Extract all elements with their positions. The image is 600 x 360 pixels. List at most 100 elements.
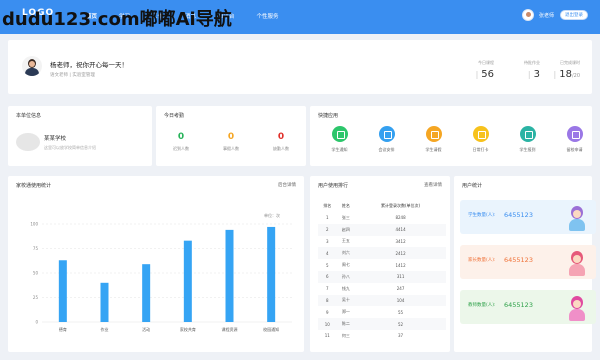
- attendance-count: 0: [227, 132, 235, 142]
- table-row[interactable]: 11 何三 37: [318, 330, 446, 342]
- ranking-detail-link[interactable]: 查看详情: [424, 182, 442, 188]
- attendance-count: 0: [277, 132, 285, 142]
- name-cell: 王五: [341, 238, 350, 244]
- logins-cell: 311: [355, 270, 446, 283]
- attendance-stats: 0 迟到人数 0 事假人数 0 缺勤人数: [156, 132, 306, 152]
- attendance-item[interactable]: 0 迟到人数: [161, 132, 201, 152]
- user-stats-card: 用户统计 学生数量(人): 6455123 家长数量(人): 6455123 教…: [454, 176, 596, 352]
- name-cell: 赵四: [336, 223, 356, 236]
- quick-apps-title: 快捷应用: [318, 113, 339, 119]
- stat-today-courses[interactable]: 今日课程 | 56: [444, 60, 494, 80]
- quick-app-item[interactable]: 日常打卡: [461, 126, 501, 153]
- attendance-item[interactable]: 0 事假人数: [211, 132, 251, 152]
- logins-cell: 8248: [395, 215, 406, 221]
- rank-cell: 8: [318, 294, 337, 307]
- leave-icon: [425, 126, 442, 142]
- bar: [183, 240, 192, 322]
- y-tick-label: 75: [33, 246, 39, 251]
- table-row[interactable]: 2 赵四 4414: [318, 223, 446, 236]
- table-row[interactable]: 1 张三 8248: [318, 212, 446, 224]
- user-icon: [566, 126, 583, 142]
- user-stat-row[interactable]: 教师数量(人): 6455123: [460, 290, 596, 324]
- doc-icon: [331, 126, 348, 142]
- bar: [58, 260, 67, 322]
- column-header-logins: 累计登录次数(单位次): [381, 203, 421, 208]
- quick-app-label: 学生请假: [425, 147, 442, 152]
- table-row[interactable]: 6 孙八 311: [318, 270, 446, 283]
- table-row[interactable]: 3 王五 3412: [318, 236, 446, 248]
- ranking-table: 排名 姓名 累计登录次数(单位次) 1 张三 8248 2 赵四 4414 3 王五 3412 4…: [318, 200, 446, 342]
- quick-app-item[interactable]: 留校申请: [555, 126, 595, 153]
- calendar-icon: [378, 126, 395, 142]
- x-tick-label: 家校共育: [180, 326, 196, 332]
- x-tick-label: 作业: [101, 326, 109, 332]
- table-header-row: 排名 姓名 累计登录次数(单位次): [318, 200, 446, 212]
- attendance-item[interactable]: 0 缺勤人数: [261, 132, 301, 152]
- teacher-figure-icon: [566, 294, 588, 322]
- attendance-count: 0: [177, 132, 185, 142]
- user-stat-value: 6455123: [504, 256, 533, 264]
- y-tick-label: 0: [35, 320, 38, 325]
- bar: [267, 226, 276, 322]
- rank-cell: 4: [318, 247, 337, 260]
- quick-app-item[interactable]: 学生通知: [320, 126, 360, 153]
- user-stat-row[interactable]: 学生数量(人): 6455123: [460, 200, 596, 234]
- name-cell: 何三: [341, 332, 350, 338]
- quick-app-item[interactable]: 学生报到: [508, 126, 548, 153]
- name-cell: 陈二: [336, 318, 356, 330]
- logins-cell: 2412: [355, 247, 446, 260]
- greeting-card: 杨老师，祝你开心每一天！ 语文老师 | 实验室管理 今日课程 | 56 待批作业 …: [8, 40, 592, 94]
- name-cell: 钱九: [341, 285, 350, 291]
- quick-app-item[interactable]: 学生请假: [414, 126, 454, 153]
- quick-app-item[interactable]: 会议安排: [367, 126, 407, 153]
- stat-label: 今日课程: [478, 60, 494, 65]
- attendance-label: 事假人数: [223, 146, 239, 151]
- logins-cell: 3412: [395, 238, 406, 244]
- attendance-label: 迟到人数: [173, 146, 189, 151]
- rank-cell: 9: [326, 309, 329, 315]
- rank-cell: 5: [326, 262, 329, 268]
- bar-chart: 0 25 50 75 100 德育 作业 活动 家校共育 课程资源 校园通知: [30, 222, 292, 332]
- teacher-avatar: [22, 56, 42, 76]
- logins-cell: 104: [355, 294, 446, 307]
- y-tick-label: 25: [33, 295, 39, 300]
- greeting-text: 杨老师，祝你开心每一天！: [50, 61, 128, 69]
- bar: [225, 229, 234, 322]
- attendance-card: 今日考勤 0 迟到人数 0 事假人数 0 缺勤人数: [156, 106, 306, 166]
- stat-completed-hours[interactable]: 已完成课时 | 18/20: [530, 60, 580, 80]
- rank-cell: 3: [326, 238, 329, 244]
- logins-cell: 1412: [395, 262, 406, 268]
- table-row[interactable]: 8 吴十 104: [318, 294, 446, 307]
- table-row[interactable]: 7 钱九 247: [318, 283, 446, 295]
- quick-app-label: 留校申请: [566, 147, 583, 152]
- school-info-card: 本单位信息 某某学校 这里可以放学校简单信息介绍: [8, 106, 152, 166]
- user-name[interactable]: 张老师: [539, 12, 554, 19]
- user-ranking-card: 用户使用排行 查看详情 排名 姓名 累计登录次数(单位次) 1 张三 8248 2 赵四…: [310, 176, 450, 352]
- name-cell: 孙八: [336, 270, 356, 283]
- table-row[interactable]: 10 陈二 52: [318, 318, 446, 330]
- logins-cell: 247: [396, 286, 405, 292]
- name-cell: 郑一: [341, 309, 350, 315]
- logout-button[interactable]: 退出登录: [560, 10, 588, 20]
- x-tick-label: 德育: [59, 326, 67, 332]
- rank-cell: 11: [324, 333, 330, 339]
- bar: [142, 264, 151, 322]
- nav-item-personal-service[interactable]: 个性服务: [256, 12, 278, 20]
- user-menu: 张老师 退出登录: [521, 9, 588, 21]
- user-avatar[interactable]: [521, 9, 534, 21]
- table-row[interactable]: 4 刘六 2412: [318, 247, 446, 260]
- user-stat-label: 学生数量(人):: [468, 213, 496, 218]
- user-stat-label: 教师数量(人):: [468, 303, 496, 308]
- table-row[interactable]: 9 郑一 55: [318, 306, 446, 318]
- user-stat-row[interactable]: 家长数量(人): 6455123: [460, 245, 596, 279]
- logins-cell: 55: [398, 309, 404, 315]
- name-cell: 周七: [341, 262, 350, 268]
- name-cell: 张三: [341, 214, 350, 220]
- y-tick-label: 50: [33, 271, 39, 276]
- user-stat-value: 6455123: [504, 301, 533, 309]
- rank-cell: 6: [318, 270, 337, 283]
- quick-apps-list: 学生通知 会议安排 学生请假 日常打卡 学生报到 留校申请: [316, 126, 598, 153]
- bar: [100, 282, 109, 322]
- table-row[interactable]: 5 周七 1412: [318, 259, 446, 271]
- logins-cell: 4414: [355, 223, 446, 236]
